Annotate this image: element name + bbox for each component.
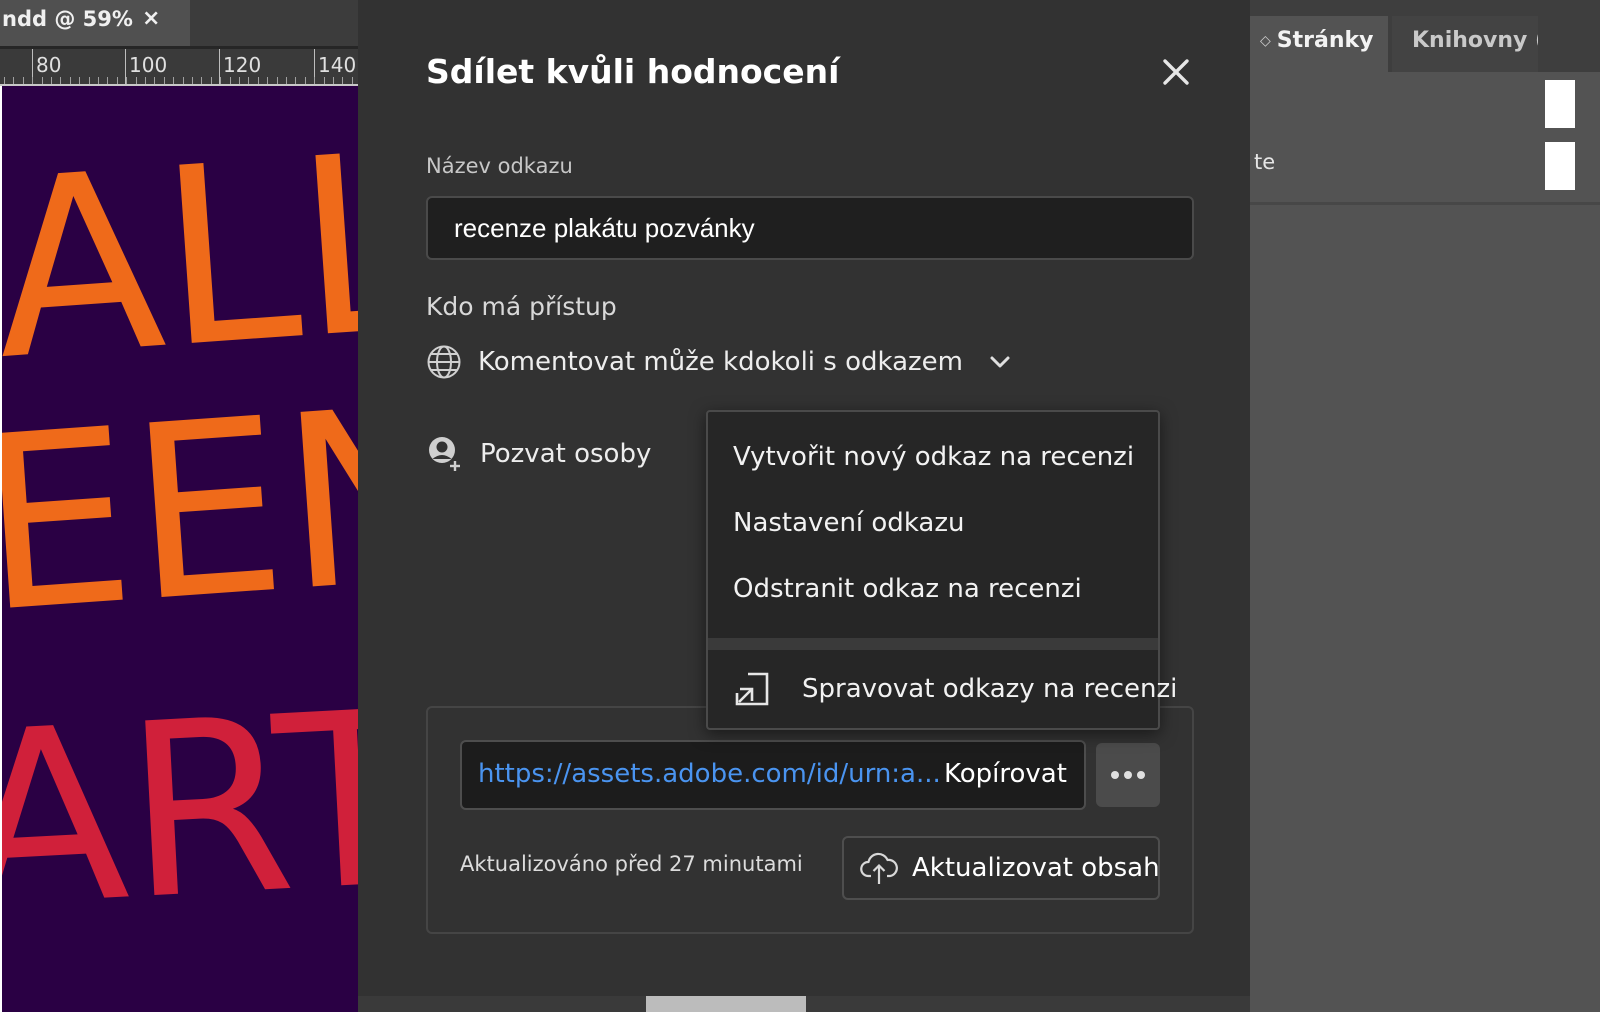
ruler-minor-tick (107, 77, 109, 84)
ruler-minor-tick (145, 77, 146, 84)
ruler-minor-tick (192, 77, 193, 84)
more-icon (1111, 771, 1145, 779)
right-panel: ◇ Stránky Knihovny ( te (1250, 0, 1600, 1033)
ruler-minor-tick (182, 77, 184, 84)
access-label: Kdo má přístup (426, 292, 617, 321)
panel-divider (1250, 202, 1600, 205)
manage-links-label: Spravovat odkazy na recenzi (802, 674, 1178, 704)
ruler-minor-tick (173, 77, 175, 84)
chevron-down-icon (989, 355, 1011, 369)
document-tab[interactable]: ndd @ 59% × (0, 0, 190, 46)
ruler-minor-tick (163, 77, 165, 84)
ruler-minor-tick (314, 77, 316, 84)
ruler-label: 120 (223, 53, 262, 77)
ruler-minor-tick (295, 77, 297, 84)
access-value: Komentovat může kdokoli s odkazem (478, 347, 963, 377)
ruler-minor-tick (257, 77, 259, 84)
ruler-label: 80 (36, 53, 62, 77)
panel-partial-label: te (1254, 150, 1276, 174)
screen: ndd @ 59% × 80 100 120 140 ALLO EEN ARTY… (0, 0, 1600, 1033)
ruler-minor-tick (135, 77, 137, 84)
ruler-minor-tick (51, 77, 52, 84)
tab-libraries-label: Knihovny ( (1412, 28, 1538, 53)
ruler-minor-tick (41, 77, 43, 84)
more-options-button[interactable] (1096, 743, 1160, 807)
globe-icon (427, 345, 461, 379)
ruler-minor-tick (13, 77, 15, 84)
link-options-menu: Vytvořit nový odkaz na recenzi Nastavení… (706, 410, 1177, 730)
ruler-minor-tick (342, 77, 344, 84)
panel-tab-bar: ◇ Stránky Knihovny ( (1250, 0, 1600, 72)
ruler-minor-tick (98, 77, 99, 84)
ruler-minor-tick (323, 77, 325, 84)
ruler-minor-tick (286, 77, 287, 84)
ruler-minor-tick (60, 77, 62, 84)
ruler-minor-tick (210, 77, 212, 84)
update-content-button[interactable]: Aktualizovat obsah (842, 836, 1160, 900)
invite-people-label: Pozvat osoby (480, 439, 652, 469)
document-canvas[interactable]: ALLO EEN ARTY (2, 86, 358, 1012)
ruler-minor-tick (239, 77, 240, 84)
update-content-label: Aktualizovat obsah (912, 853, 1160, 883)
review-url-link[interactable]: https://assets.adobe.com/id/urn:a... (478, 759, 941, 789)
copy-button[interactable]: Kopírovat (944, 759, 1067, 789)
collapse-diamond-icon[interactable]: ◇ (1260, 33, 1271, 49)
add-person-icon (429, 437, 460, 471)
horizontal-ruler[interactable]: 80 100 120 140 (0, 46, 360, 86)
document-tab-close-icon[interactable]: × (142, 6, 160, 31)
ruler-label: 140 (318, 53, 357, 77)
invite-people-button[interactable]: Pozvat osoby (426, 430, 651, 478)
menu-item-create-new-link[interactable]: Vytvořit nový odkaz na recenzi (733, 442, 1134, 472)
ruler-minor-tick (276, 77, 278, 84)
access-dropdown[interactable]: Komentovat může kdokoli s odkazem (426, 340, 1011, 384)
poster-line-3: ARTY (2, 650, 358, 961)
ruler-label: 100 (129, 53, 168, 77)
tab-libraries[interactable]: Knihovny ( (1392, 16, 1538, 72)
close-icon (1163, 59, 1189, 85)
ruler-minor-tick (220, 77, 222, 84)
menu-separator (708, 638, 1158, 650)
ruler-minor-tick (126, 77, 128, 84)
ruler-minor-tick (304, 77, 306, 84)
ruler-minor-tick (88, 77, 90, 84)
dialog-title: Sdílet kvůli hodnocení (426, 52, 840, 91)
ruler-minor-tick (116, 77, 118, 84)
open-external-icon (734, 671, 770, 707)
menu-item-remove-link[interactable]: Odstranit odkaz na recenzi (733, 574, 1082, 604)
ruler-minor-tick (22, 77, 24, 84)
ruler-minor-tick (69, 77, 71, 84)
scrollbar-thumb[interactable] (646, 996, 806, 1012)
tab-pages[interactable]: ◇ Stránky (1250, 16, 1388, 72)
link-name-label: Název odkazu (426, 154, 573, 178)
poster-line-2: EEN (2, 353, 358, 666)
poster-artwork: ALLO EEN ARTY (2, 86, 358, 962)
ruler-minor-tick (267, 77, 269, 84)
page-thumbnail[interactable] (1545, 80, 1575, 128)
bottom-strip (0, 1012, 1600, 1033)
tab-strip (190, 0, 360, 46)
ruler-minor-tick (229, 77, 231, 84)
ruler-minor-tick (79, 77, 81, 84)
ruler-minor-tick (248, 77, 250, 84)
ruler-minor-tick (201, 77, 203, 84)
ruler-minor-tick (333, 77, 334, 84)
last-updated-text: Aktualizováno před 27 minutami (460, 852, 803, 876)
close-button[interactable] (1156, 52, 1196, 92)
ruler-minor-tick (154, 77, 156, 84)
ruler-minor-tick (4, 77, 5, 84)
menu-item-link-settings[interactable]: Nastavení odkazu (733, 508, 964, 538)
tab-pages-label: Stránky (1276, 28, 1374, 53)
ruler-minor-tick (351, 77, 353, 84)
review-url-field[interactable]: https://assets.adobe.com/id/urn:a... Kop… (460, 740, 1086, 810)
menu-item-manage-links[interactable]: Spravovat odkazy na recenzi (708, 650, 1177, 728)
document-tab-title: ndd @ 59% (2, 7, 133, 31)
page-thumbnail[interactable] (1545, 142, 1575, 190)
cloud-upload-icon (860, 850, 898, 886)
link-name-input[interactable] (426, 196, 1194, 260)
ruler-minor-tick (32, 77, 34, 84)
